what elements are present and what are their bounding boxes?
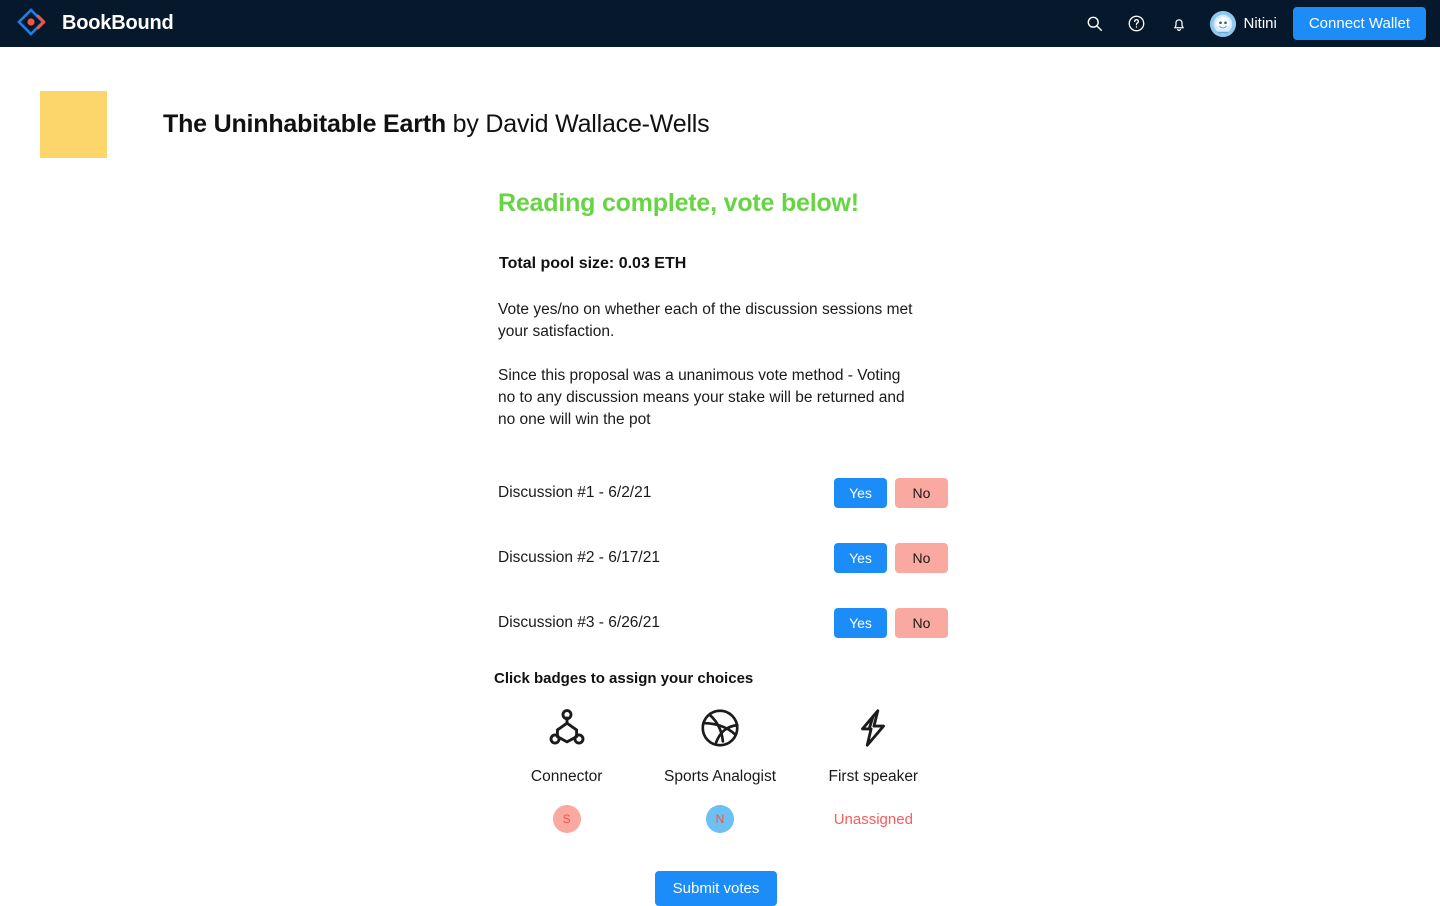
instructions-paragraph-1: Vote yes/no on whether each of the discu… xyxy=(498,301,913,340)
vote-yes-button[interactable]: Yes xyxy=(834,607,887,638)
help-icon[interactable] xyxy=(1116,3,1158,45)
unassigned-label: Unassigned xyxy=(833,810,913,828)
diamond-dot-chevron-logo-icon xyxy=(16,7,50,41)
submit-votes-button[interactable]: Submit votes xyxy=(654,871,778,906)
page-title: The Uninhabitable Earth by David Wallace… xyxy=(163,110,710,139)
badges-row: Connector S Sports Analogist N First spe… xyxy=(490,705,950,833)
book-title-text: The Uninhabitable Earth xyxy=(163,110,446,138)
submit-votes-row: Submit votes xyxy=(490,871,950,906)
vote-buttons-group: Yes No xyxy=(834,542,950,573)
instructions-paragraph-2: Since this proposal was a unanimous vote… xyxy=(498,367,905,428)
discussion-label: Discussion #3 - 6/26/21 xyxy=(498,613,660,631)
discussion-list: Discussion #1 - 6/2/21 Yes No Discussion… xyxy=(490,460,950,655)
network-nodes-icon[interactable] xyxy=(544,705,590,751)
badge-label: First speaker xyxy=(828,768,919,785)
vote-no-button[interactable]: No xyxy=(895,542,948,573)
connect-wallet-button[interactable]: Connect Wallet xyxy=(1292,7,1426,40)
badges-section-title: Click badges to assign your choices xyxy=(494,670,754,687)
vote-yes-button[interactable]: Yes xyxy=(834,542,887,573)
top-navbar: BookBound Nitini Connect Wallet xyxy=(0,0,1440,47)
notifications-bell-icon[interactable] xyxy=(1158,3,1200,45)
avatar xyxy=(1209,10,1236,37)
assignee-initial: N xyxy=(705,805,734,833)
assignee-initial: S xyxy=(552,805,581,833)
book-cover-thumbnail xyxy=(40,91,107,158)
discussion-label: Discussion #2 - 6/17/21 xyxy=(498,548,660,566)
vote-panel: Reading complete, vote below! Total pool… xyxy=(490,158,950,906)
badge-assignee[interactable]: N xyxy=(705,805,734,833)
vote-no-button[interactable]: No xyxy=(895,607,948,638)
badge-assignee[interactable]: Unassigned xyxy=(834,805,913,833)
badge-label: Connector xyxy=(530,768,603,785)
brand-name: BookBound xyxy=(62,12,174,34)
vote-yes-button[interactable]: Yes xyxy=(834,477,887,508)
vote-buttons-group: Yes No xyxy=(834,477,950,508)
lightning-bolt-icon[interactable] xyxy=(850,705,896,751)
basketball-icon[interactable] xyxy=(697,705,743,751)
navbar-actions: Nitini Connect Wallet xyxy=(1074,3,1426,45)
search-icon[interactable] xyxy=(1074,3,1116,45)
status-heading: Reading complete, vote below! xyxy=(498,189,859,217)
badge-first-speaker[interactable]: First speaker Unassigned xyxy=(797,705,950,833)
table-row: Discussion #1 - 6/2/21 Yes No xyxy=(490,460,950,525)
badge-sports-analogist[interactable]: Sports Analogist N xyxy=(643,705,796,833)
username: Nitini xyxy=(1243,15,1277,32)
user-menu[interactable]: Nitini xyxy=(1209,10,1277,37)
pool-size-label: Total pool size: 0.03 ETH xyxy=(499,255,687,272)
vote-no-button[interactable]: No xyxy=(895,477,948,508)
table-row: Discussion #3 - 6/26/21 Yes No xyxy=(490,590,950,655)
book-header: The Uninhabitable Earth by David Wallace… xyxy=(0,47,1440,158)
badge-label: Sports Analogist xyxy=(663,768,776,785)
discussion-label: Discussion #1 - 6/2/21 xyxy=(498,483,652,501)
badge-connector[interactable]: Connector S xyxy=(490,705,643,833)
table-row: Discussion #2 - 6/17/21 Yes No xyxy=(490,525,950,590)
vote-buttons-group: Yes No xyxy=(834,607,950,638)
brand-logo[interactable]: BookBound xyxy=(16,7,174,41)
book-author-text: by David Wallace-Wells xyxy=(445,110,710,138)
badge-assignee[interactable]: S xyxy=(552,805,581,833)
